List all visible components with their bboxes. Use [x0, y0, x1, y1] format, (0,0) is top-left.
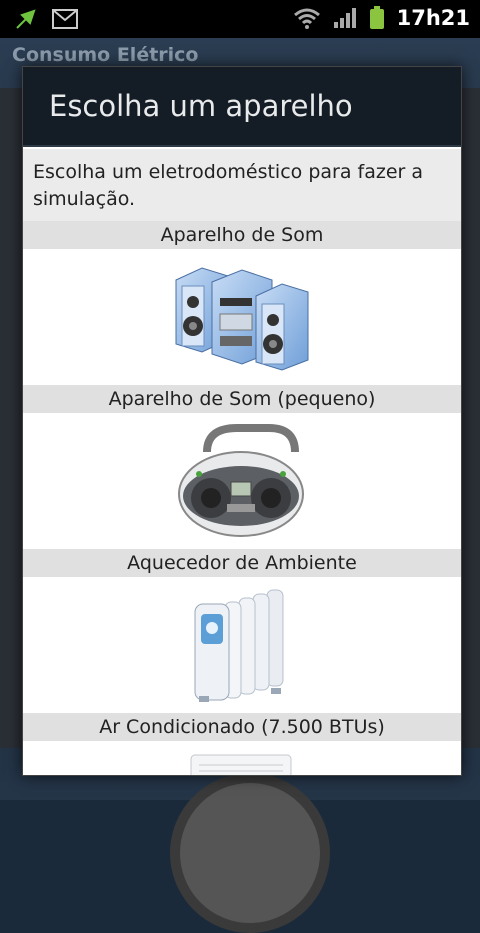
- list-item-label: Aquecedor de Ambiente: [23, 549, 461, 577]
- gmail-icon: [52, 9, 78, 29]
- oil-heater-icon: [194, 589, 284, 702]
- list-item-label: Aparelho de Som: [23, 221, 461, 249]
- list-item-aparelho-de-som[interactable]: Aparelho de Som: [23, 221, 461, 385]
- list-item-label: Aparelho de Som (pequeno): [23, 385, 461, 413]
- dialog-header: Escolha um aparelho: [23, 67, 461, 147]
- background-dial: [170, 773, 330, 933]
- stereo-system-icon: [175, 267, 309, 371]
- dialog-body[interactable]: Escolha um eletrodoméstico para fazer a …: [23, 149, 461, 775]
- usb-debug-icon: [16, 9, 36, 29]
- background-panel-left: [0, 88, 22, 748]
- choose-appliance-dialog: Escolha um aparelho Escolha um eletrodom…: [22, 66, 462, 776]
- list-item-ar-condicionado[interactable]: Ar Condicionado (7.500 BTUs): [23, 713, 461, 775]
- status-bar: 17h21: [0, 0, 480, 38]
- background-app-title: Consumo Elétrico: [12, 44, 199, 66]
- wifi-icon: [293, 8, 320, 29]
- boombox-icon: [178, 424, 304, 537]
- air-conditioner-icon: [190, 754, 292, 775]
- status-clock: 17h21: [396, 6, 470, 30]
- list-item-aquecedor-de-ambiente[interactable]: Aquecedor de Ambiente: [23, 549, 461, 713]
- list-item-aparelho-de-som-pequeno[interactable]: Aparelho de Som (pequeno): [23, 385, 461, 549]
- list-item-label: Ar Condicionado (7.500 BTUs): [23, 713, 461, 741]
- signal-icon: [333, 8, 356, 28]
- battery-icon: [369, 6, 384, 29]
- dialog-title: Escolha um aparelho: [49, 89, 353, 123]
- dialog-description: Escolha um eletrodoméstico para fazer a …: [23, 149, 461, 221]
